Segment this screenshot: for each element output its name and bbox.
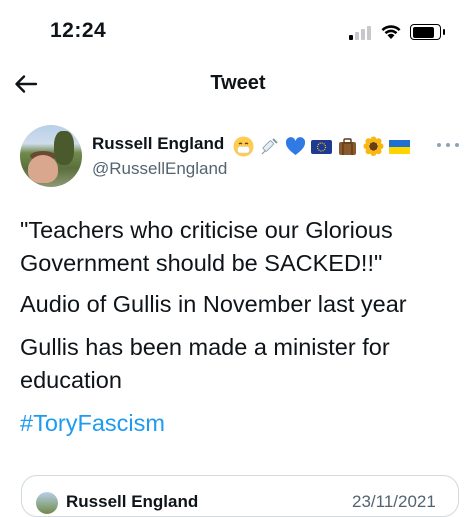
quoted-display-name: Russell England [66,492,199,511]
quoted-avatar [36,492,58,514]
tweet-quote-line: "Teachers who criticise our Glorious Gov… [20,217,393,276]
suitcase-icon [337,136,358,157]
blue-heart-icon [285,136,306,157]
tweet-line-2: Audio of Gullis in November last year [20,291,407,317]
author-display-name[interactable]: Russell England [92,134,224,154]
page-title: Tweet [210,72,266,94]
status-bar: 12:24 [0,0,476,62]
more-options-icon[interactable] [435,139,461,151]
eu-flag-icon [311,136,332,157]
top-navigation: Tweet [0,62,476,108]
ukraine-flag-icon [389,136,410,157]
wifi-icon [381,25,401,39]
quoted-tweet-card[interactable]: Russell England 23/11/2021 [21,475,459,517]
tweet-header: Russell England @RussellEngland [20,125,460,189]
syringe-icon [259,136,280,157]
tweet-text: "Teachers who criticise our Glorious Gov… [20,214,460,440]
author-emoji-row [233,134,410,158]
hashtag-link[interactable]: #ToryFascism [20,410,165,436]
author-handle[interactable]: @RussellEngland [92,159,227,179]
mask-face-icon [233,136,254,157]
cellular-signal-icon [349,26,371,40]
quoted-date: 23/11/2021 [352,492,436,511]
tweet-line-3: Gullis has been made a minister for educ… [20,334,390,393]
status-time: 12:24 [50,19,107,42]
sunflower-icon [363,136,384,157]
battery-icon [410,24,445,40]
avatar[interactable] [20,125,82,187]
